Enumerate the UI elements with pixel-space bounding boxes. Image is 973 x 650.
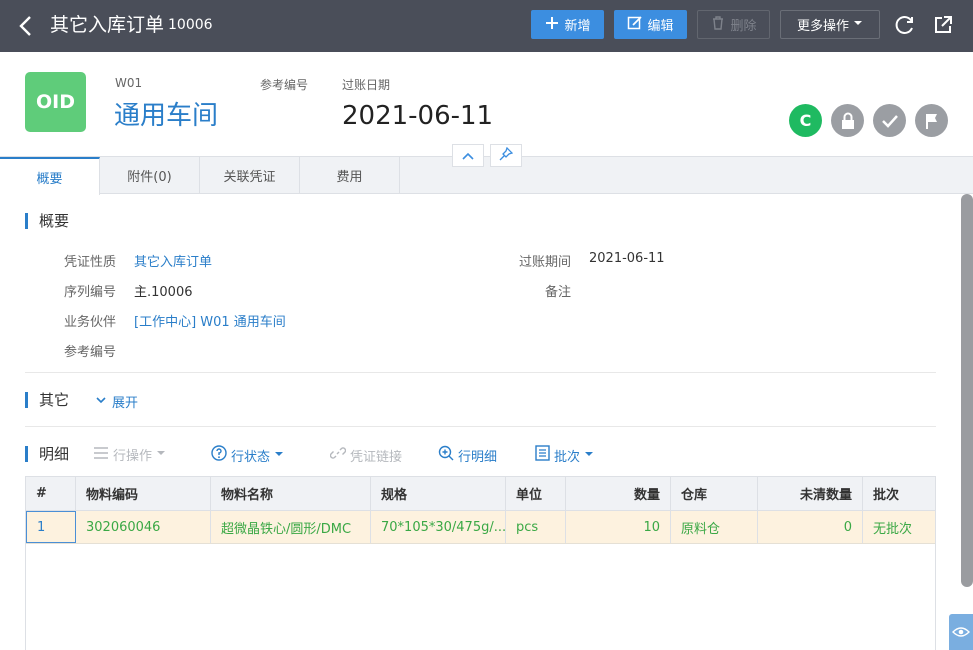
trash-icon	[710, 15, 726, 35]
batch-label: 批次	[554, 449, 581, 465]
ref-number-label: 参考编号	[260, 78, 309, 92]
status-badge[interactable]: C	[789, 104, 822, 137]
other-section-title: 其它	[25, 392, 69, 408]
posting-date-label: 过账日期	[342, 78, 391, 92]
cell-quantity[interactable]: 10	[566, 511, 671, 543]
tab-attachments[interactable]: 附件(0)	[100, 157, 200, 194]
question-circle-icon	[211, 445, 227, 465]
field-doc-type[interactable]: 其它入库订单	[134, 251, 212, 270]
row-status-dropdown[interactable]: 行状态	[211, 445, 284, 465]
link-icon	[329, 445, 347, 465]
top-bar: 其它入库订单 10006 新增 编辑 删除 更多操作	[0, 0, 973, 52]
row-status-label: 行状态	[231, 449, 271, 465]
lock-icon[interactable]	[831, 104, 864, 137]
delete-button-label: 删除	[730, 19, 757, 34]
zoom-in-icon	[438, 445, 454, 465]
divider	[25, 426, 936, 427]
column-header[interactable]: 未清数量	[758, 477, 863, 510]
row-operations-label: 行操作	[113, 449, 153, 464]
caret-down-icon	[156, 447, 166, 462]
partner-code: W01	[115, 76, 143, 90]
document-number: 10006	[168, 17, 213, 33]
field-business-partner[interactable]: [工作中心] W01 通用车间	[134, 311, 286, 330]
new-button-label: 新增	[564, 19, 591, 34]
field-serial-number: 主.10006	[134, 285, 193, 300]
edit-button[interactable]: 编辑	[614, 10, 687, 39]
field-label: 序列编号	[64, 285, 117, 300]
caret-down-icon	[853, 17, 863, 32]
tab-related-docs[interactable]: 关联凭证	[200, 157, 300, 194]
partner-name[interactable]: 通用车间	[114, 99, 218, 133]
flag-icon[interactable]	[915, 104, 948, 137]
list-icon	[93, 446, 109, 464]
edit-button-label: 编辑	[647, 19, 674, 34]
table-row[interactable]: 1 302060046 超微晶铁心/圆形/DMC 70*105*30/475g/…	[26, 511, 935, 544]
external-link-icon[interactable]	[932, 14, 954, 36]
more-actions-dropdown[interactable]: 更多操作	[780, 10, 880, 39]
delete-button[interactable]: 删除	[697, 10, 770, 39]
expand-toggle[interactable]: 展开	[95, 392, 138, 411]
plus-icon	[544, 15, 560, 35]
tab-bar: 概要 附件(0) 关联凭证 费用	[0, 156, 973, 195]
more-actions-label: 更多操作	[796, 19, 849, 34]
approve-check-icon[interactable]	[873, 104, 906, 137]
doc-link-label: 凭证链接	[350, 449, 403, 465]
column-header[interactable]: 规格	[371, 477, 506, 510]
vertical-scrollbar[interactable]	[961, 194, 973, 587]
row-operations-dropdown[interactable]: 行操作	[93, 445, 166, 464]
chevron-down-icon	[95, 394, 107, 409]
column-header[interactable]: 物料名称	[211, 477, 371, 510]
table-header: # 物料编码 物料名称 规格 单位 数量 仓库 未清数量 批次	[26, 477, 935, 511]
field-label: 凭证性质	[64, 255, 117, 270]
caret-down-icon	[274, 448, 284, 463]
column-header[interactable]: 数量	[566, 477, 671, 510]
back-arrow-icon[interactable]	[14, 12, 38, 40]
cell-index[interactable]: 1	[26, 511, 76, 543]
expand-label: 展开	[112, 396, 139, 411]
pin-icon	[499, 146, 514, 165]
cell-spec[interactable]: 70*105*30/475g/...	[371, 511, 506, 543]
column-header[interactable]: 物料编码	[76, 477, 211, 510]
new-button[interactable]: 新增	[531, 10, 604, 39]
detail-table: # 物料编码 物料名称 规格 单位 数量 仓库 未清数量 批次 1 302060…	[25, 476, 936, 650]
document-list-icon	[535, 445, 550, 465]
cell-open-quantity[interactable]: 0	[758, 511, 863, 543]
doc-link-button[interactable]: 凭证链接	[329, 445, 403, 465]
field-label: 业务伙伴	[64, 315, 117, 330]
posting-date-value: 2021-06-11	[342, 101, 494, 131]
column-header[interactable]: #	[26, 477, 76, 510]
cell-material-code[interactable]: 302060046	[76, 511, 211, 543]
pin-header-button[interactable]	[490, 144, 522, 167]
batch-dropdown[interactable]: 批次	[535, 445, 594, 465]
eye-icon[interactable]	[949, 614, 973, 650]
cell-batch[interactable]: 无批次	[863, 511, 935, 543]
summary-section-title: 概要	[25, 213, 69, 229]
chevron-up-icon	[461, 146, 475, 165]
field-label: 参考编号	[64, 345, 117, 360]
cell-unit[interactable]: pcs	[506, 511, 566, 543]
edit-icon	[627, 15, 643, 35]
field-posting-period: 2021-06-11	[589, 251, 665, 266]
tab-summary[interactable]: 概要	[0, 157, 100, 195]
cell-material-name[interactable]: 超微晶铁心/圆形/DMC	[211, 511, 371, 543]
row-detail-button[interactable]: 行明细	[438, 445, 497, 465]
document-header: OID W01 通用车间 参考编号 过账日期 2021-06-11 C	[0, 52, 973, 157]
document-type-logo: OID	[25, 72, 86, 132]
cell-warehouse[interactable]: 原料仓	[671, 511, 758, 543]
caret-down-icon	[584, 448, 594, 463]
field-label: 过账期间	[519, 255, 572, 270]
column-header[interactable]: 单位	[506, 477, 566, 510]
column-header[interactable]: 仓库	[671, 477, 758, 510]
collapse-header-button[interactable]	[452, 144, 484, 167]
detail-section-title: 明细	[25, 446, 69, 462]
divider	[25, 372, 936, 373]
refresh-icon[interactable]	[894, 14, 916, 36]
row-detail-label: 行明细	[458, 449, 498, 465]
tab-expenses[interactable]: 费用	[300, 157, 400, 194]
column-header[interactable]: 批次	[863, 477, 935, 510]
field-label: 备注	[545, 285, 572, 300]
page-title: 其它入库订单	[50, 14, 165, 36]
